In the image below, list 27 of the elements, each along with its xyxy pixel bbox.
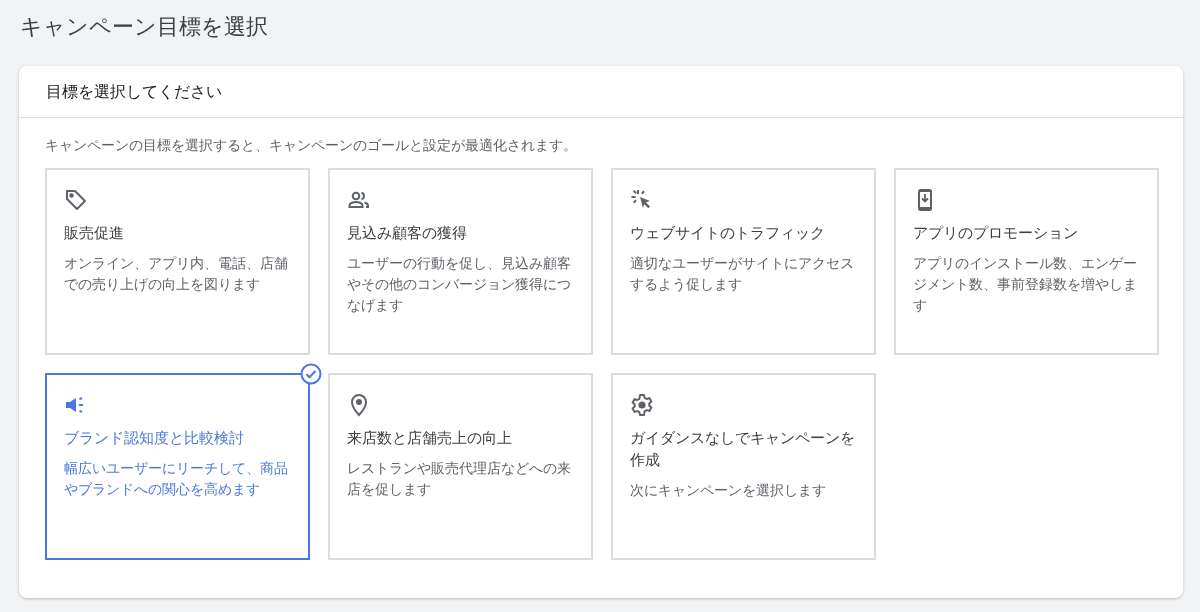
goal-description: 適切なユーザーがサイトにアクセスするよう促します <box>630 255 855 294</box>
goal-card[interactable]: 販売促進 オンライン、アプリ内、電話、店舗での売り上げの向上を図ります <box>45 168 310 355</box>
settings-icon <box>630 393 654 417</box>
goal-description: アプリのインストール数、エンゲージメント数、事前登録数を増やします <box>913 255 1138 315</box>
goal-title: ウェブサイトのトラフィック <box>630 223 826 243</box>
panel-description: キャンペーンの目標を選択すると、キャンペーンのゴールと設定が最適化されます。 <box>45 136 578 155</box>
panel-header: 目標を選択してください <box>19 66 1183 118</box>
goal-title: 見込み顧客の獲得 <box>347 223 468 243</box>
goal-description: レストランや販売代理店などへの来店を促します <box>347 460 572 499</box>
goal-card[interactable]: ブランド認知度と比較検討 幅広いユーザーにリーチして、商品やブランドへの関心を高めます <box>45 373 310 560</box>
goal-title: アプリのプロモーション <box>913 223 1079 243</box>
page-title: キャンペーン目標を選択 <box>20 13 269 41</box>
goal-description: ユーザーの行動を促し、見込み顧客やその他のコンバージョン獲得につなげます <box>347 255 572 315</box>
tag-icon <box>64 188 88 212</box>
goal-title: 来店数と店舗売上の向上 <box>347 428 513 448</box>
goal-title: ガイダンスなしでキャンペーンを作成 <box>630 428 856 470</box>
goal-card[interactable]: 来店数と店舗売上の向上 レストランや販売代理店などへの来店を促します <box>328 373 593 560</box>
check-icon <box>300 363 322 385</box>
goal-card[interactable]: 見込み顧客の獲得 ユーザーの行動を促し、見込み顧客やその他のコンバージョン獲得につなげます <box>328 168 593 355</box>
goal-title: 販売促進 <box>64 223 125 243</box>
goal-title: ブランド認知度と比較検討 <box>64 428 245 448</box>
goal-description: オンライン、アプリ内、電話、店舗での売り上げの向上を図ります <box>64 255 289 294</box>
goal-description: 次にキャンペーンを選択します <box>630 482 827 500</box>
goal-card[interactable]: ウェブサイトのトラフィック 適切なユーザーがサイトにアクセスするよう促します <box>611 168 876 355</box>
goal-card[interactable]: アプリのプロモーション アプリのインストール数、エンゲージメント数、事前登録数を増やします <box>894 168 1159 355</box>
goal-description: 幅広いユーザーにリーチして、商品やブランドへの関心を高めます <box>64 460 289 499</box>
goal-card[interactable]: ガイダンスなしでキャンペーンを作成 次にキャンペーンを選択します <box>611 373 876 560</box>
